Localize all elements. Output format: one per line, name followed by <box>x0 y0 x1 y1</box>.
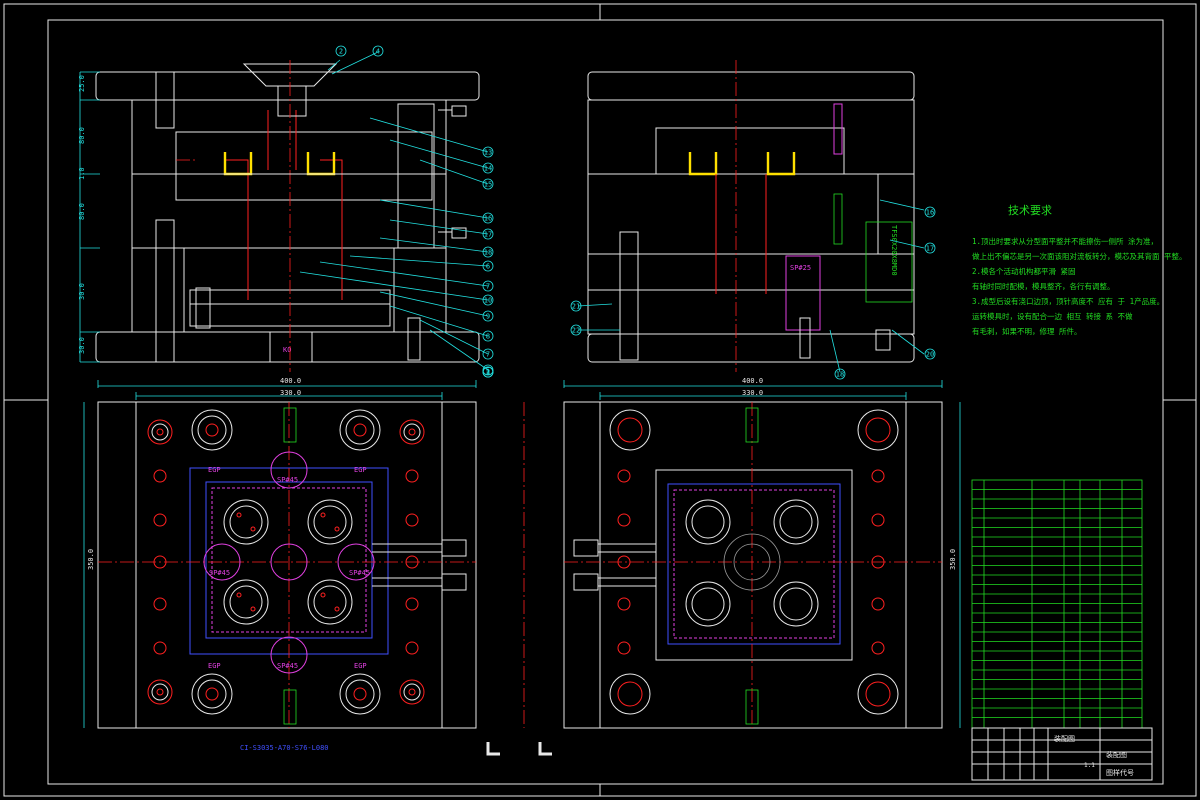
dim-350-left: 350.0 <box>87 549 95 570</box>
title-scale: 1:1 <box>1084 762 1095 769</box>
balloon-label: 21 <box>572 303 580 311</box>
balloon-label: 10 <box>484 297 492 305</box>
sp25-label: SP#25 <box>790 264 811 272</box>
balloon-label: 14 <box>484 165 492 173</box>
title-name-2: 装配图 <box>1106 750 1127 759</box>
tech-note-line: 1.顶出时要求从分型面平整并不能擦伤一侧所 涂为准， <box>972 236 1158 246</box>
tech-note-line: 做上出不偏芯是另一次面该阻对流板转分，模芯及其背面 平整。 <box>972 251 1187 261</box>
balloons-left: 2 413141516171867109875321 <box>335 45 494 378</box>
dim-400-right: 400.0 <box>742 377 763 385</box>
sp45-left-label: SP#45 <box>209 569 230 577</box>
bom-table <box>971 479 1143 729</box>
dim-400-left: 400.0 <box>280 377 301 385</box>
tech-requirements: 技术要求 1.顶出时要求从分型面平整并不能擦伤一侧所 涂为准， 做上出不偏芯是另一… <box>972 204 1187 336</box>
egp-label-4: EGP <box>354 662 367 670</box>
sp45-bottom-label: SP#45 <box>277 662 298 670</box>
tech-note-line: 2.模各个活动机构都平滑 紧固 <box>972 266 1076 276</box>
egp-label-2: EGP <box>354 466 367 474</box>
section-view-left: KO 25.0 80.0 1.0 80.0 30.0 30.0 <box>78 51 489 372</box>
dim-side-5: 30.0 <box>78 283 86 300</box>
tech-note-line: 运转模具时，设有配合一边 相互 转接 系 不做 <box>972 311 1133 321</box>
plan-view-left: 400.0 330.0 350.0 SP#45 SP#45 SP#45 SP#4… <box>83 377 477 752</box>
balloon-label: 17 <box>484 231 492 239</box>
dim-side-6: 30.0 <box>78 337 86 354</box>
balloon-label: 20 <box>926 351 934 359</box>
balloon-label: 2 <box>339 48 343 56</box>
sp45-top-label: SP#45 <box>277 476 298 484</box>
dim-side-4: 80.0 <box>78 203 86 220</box>
balloon-label: 9 <box>486 313 490 321</box>
tech-title: 技术要求 <box>1008 204 1052 217</box>
cad-drawing-canvas: KO 25.0 80.0 1.0 80.0 30.0 30.0 2 4 13 14 15… <box>3 3 1197 797</box>
balloon-label: 7 <box>486 351 490 359</box>
section-view-right: SP#25 TFS0X20X8MD0 <box>577 60 925 373</box>
tech-note-line: 有毛刺，如果不明，修理 所件。 <box>972 326 1082 336</box>
tech-note-line: 有轴时同时配模，模具整齐，各行有调整。 <box>972 281 1115 291</box>
rotated-part-label: TFS0X20X8MD0 <box>890 225 898 276</box>
balloon-label: 8 <box>486 333 490 341</box>
dim-side-3: 1.0 <box>78 167 86 180</box>
title-block: 装配图 装配图 图样代号 1:1 <box>971 727 1153 781</box>
balloons-right: 16 17 18 20 21 22 <box>570 206 936 380</box>
balloon-label: 13 <box>484 149 492 157</box>
dim-330-left: 330.0 <box>280 389 301 397</box>
part-number: CI-S3035-A70-S76-L080 <box>240 744 329 752</box>
egp-label-1: EGP <box>208 466 221 474</box>
balloon-label: 1 <box>486 369 490 377</box>
balloon-label: 4 <box>376 48 380 56</box>
dim-350-right: 350.0 <box>949 549 957 570</box>
sp45-right-label: SP#45 <box>349 569 370 577</box>
plan-view-right: 400.0 330.0 350.0 <box>486 377 961 756</box>
dim-side-1: 25.0 <box>78 75 86 92</box>
balloon-label: 15 <box>484 181 492 189</box>
balloon-label: 17 <box>926 245 934 253</box>
egp-label-3: EGP <box>208 662 221 670</box>
balloon-label: 22 <box>572 327 580 335</box>
dim-330-right: 330.0 <box>742 389 763 397</box>
balloon-label: 6 <box>486 263 490 271</box>
balloon-label: 18 <box>484 249 492 257</box>
title-code: 图样代号 <box>1106 768 1134 777</box>
balloon-label: 7 <box>486 283 490 291</box>
title-name-1: 装配图 <box>1054 734 1075 743</box>
balloon-label: 16 <box>484 215 492 223</box>
balloon-label: 18 <box>836 371 844 379</box>
dim-side-2: 80.0 <box>78 127 86 144</box>
tech-note-line: 3.成型后设有浇口边顶，顶针高度不 应有 于 1产品度。 <box>972 296 1164 306</box>
balloon-label: 16 <box>926 209 934 217</box>
